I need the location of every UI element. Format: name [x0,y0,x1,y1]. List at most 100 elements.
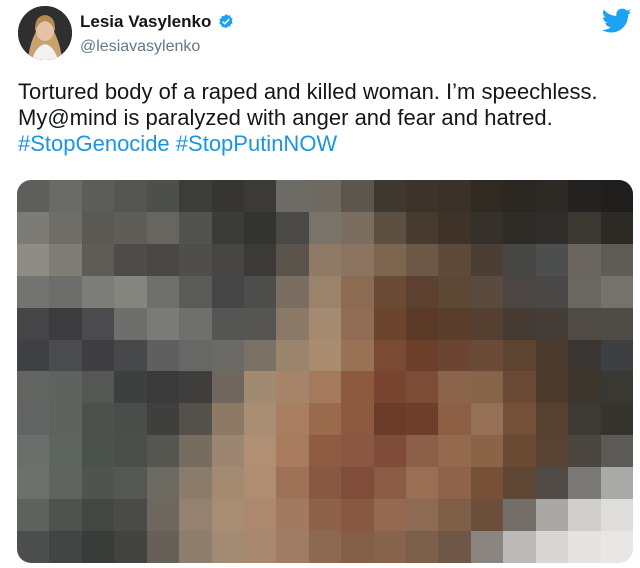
author-handle[interactable]: @lesiavasylenko [80,38,200,56]
mosaic-block [568,403,601,436]
mosaic-block [179,275,212,308]
avatar-image [18,6,72,60]
mosaic-block [503,499,536,532]
mosaic-block [179,339,212,372]
mosaic-block [600,339,633,372]
mosaic-block [406,371,439,404]
author-name[interactable]: Lesia Vasylenko [80,12,211,32]
mosaic-block [341,339,374,372]
mosaic-block [211,403,244,436]
mosaic-block [600,371,633,404]
hashtag-link[interactable]: #StopPutinNOW [176,131,337,156]
mosaic-block [600,275,633,308]
mosaic-block [470,307,504,340]
mosaic-block [276,339,309,372]
mosaic-block [600,211,633,244]
mosaic-block [211,531,244,563]
mosaic-block [276,435,309,468]
twitter-bird-icon[interactable] [602,8,632,34]
mosaic-block [341,275,374,308]
mosaic-block [81,435,115,468]
mosaic-block [535,499,569,532]
pixelated-media-image[interactable] [17,180,633,563]
mosaic-block [438,243,471,276]
mosaic-block [49,243,82,276]
avatar[interactable] [18,6,72,60]
mosaic-block [373,307,407,340]
mosaic-block [308,435,342,468]
mosaic-block [470,467,504,500]
mosaic-block [568,499,601,532]
mosaic-block [146,211,180,244]
mosaic-block [373,531,407,563]
mosaic-block [276,403,309,436]
mosaic-block [211,275,244,308]
mosaic-block [308,307,342,340]
mosaic-block [211,499,244,532]
mosaic-block [600,403,633,436]
mosaic-block [114,180,147,212]
mosaic-block [373,467,407,500]
author-name-row: Lesia Vasylenko [80,12,235,32]
mosaic-block [114,307,147,340]
mosaic-block [308,275,342,308]
mosaic-block [276,531,309,563]
mosaic-block [470,180,504,212]
mosaic-block [503,435,536,468]
mosaic-block [503,180,536,212]
mosaic-block [81,467,115,500]
mosaic-block [535,371,569,404]
mosaic-block [179,467,212,500]
hashtag-link[interactable]: #StopGenocide [18,131,170,156]
mosaic-block [600,467,633,500]
mosaic-block [406,435,439,468]
mosaic-block [17,211,50,244]
mosaic-block [341,307,374,340]
mosaic-block [276,180,309,212]
mosaic-block [17,531,50,563]
mosaic-block [17,499,50,532]
mosaic-block [49,339,82,372]
mosaic-block [503,275,536,308]
mosaic-block [373,435,407,468]
mosaic-block [373,243,407,276]
mosaic-block [17,467,50,500]
mosaic-block [146,435,180,468]
mosaic-block [114,211,147,244]
mosaic-block [535,307,569,340]
mosaic-block [17,243,50,276]
mosaic-block [276,307,309,340]
mosaic-block [211,435,244,468]
mosaic-block [535,531,569,563]
mosaic-block [341,211,374,244]
mosaic-block [373,211,407,244]
mosaic-block [373,371,407,404]
mosaic-block [470,435,504,468]
mosaic-block [146,307,180,340]
mosaic-block [211,307,244,340]
mosaic-block [438,339,471,372]
mosaic-block [114,371,147,404]
mosaic-block [114,275,147,308]
mosaic-block [535,243,569,276]
mosaic-block [243,531,277,563]
mosaic-block [243,339,277,372]
mosaic-block [114,531,147,563]
mosaic-block [503,467,536,500]
mosaic-block [373,499,407,532]
mosaic-block [535,467,569,500]
mosaic-block [243,371,277,404]
mosaic-block [276,243,309,276]
mosaic-block [503,339,536,372]
mosaic-block [438,531,471,563]
mosaic-block [49,371,82,404]
mosaic-block [243,243,277,276]
mosaic-block [438,180,471,212]
mosaic-block [243,307,277,340]
mosaic-block [406,339,439,372]
mosaic-block [179,243,212,276]
mosaic-block [600,435,633,468]
mosaic-block [535,435,569,468]
mosaic-block [535,211,569,244]
mosaic-block [146,467,180,500]
